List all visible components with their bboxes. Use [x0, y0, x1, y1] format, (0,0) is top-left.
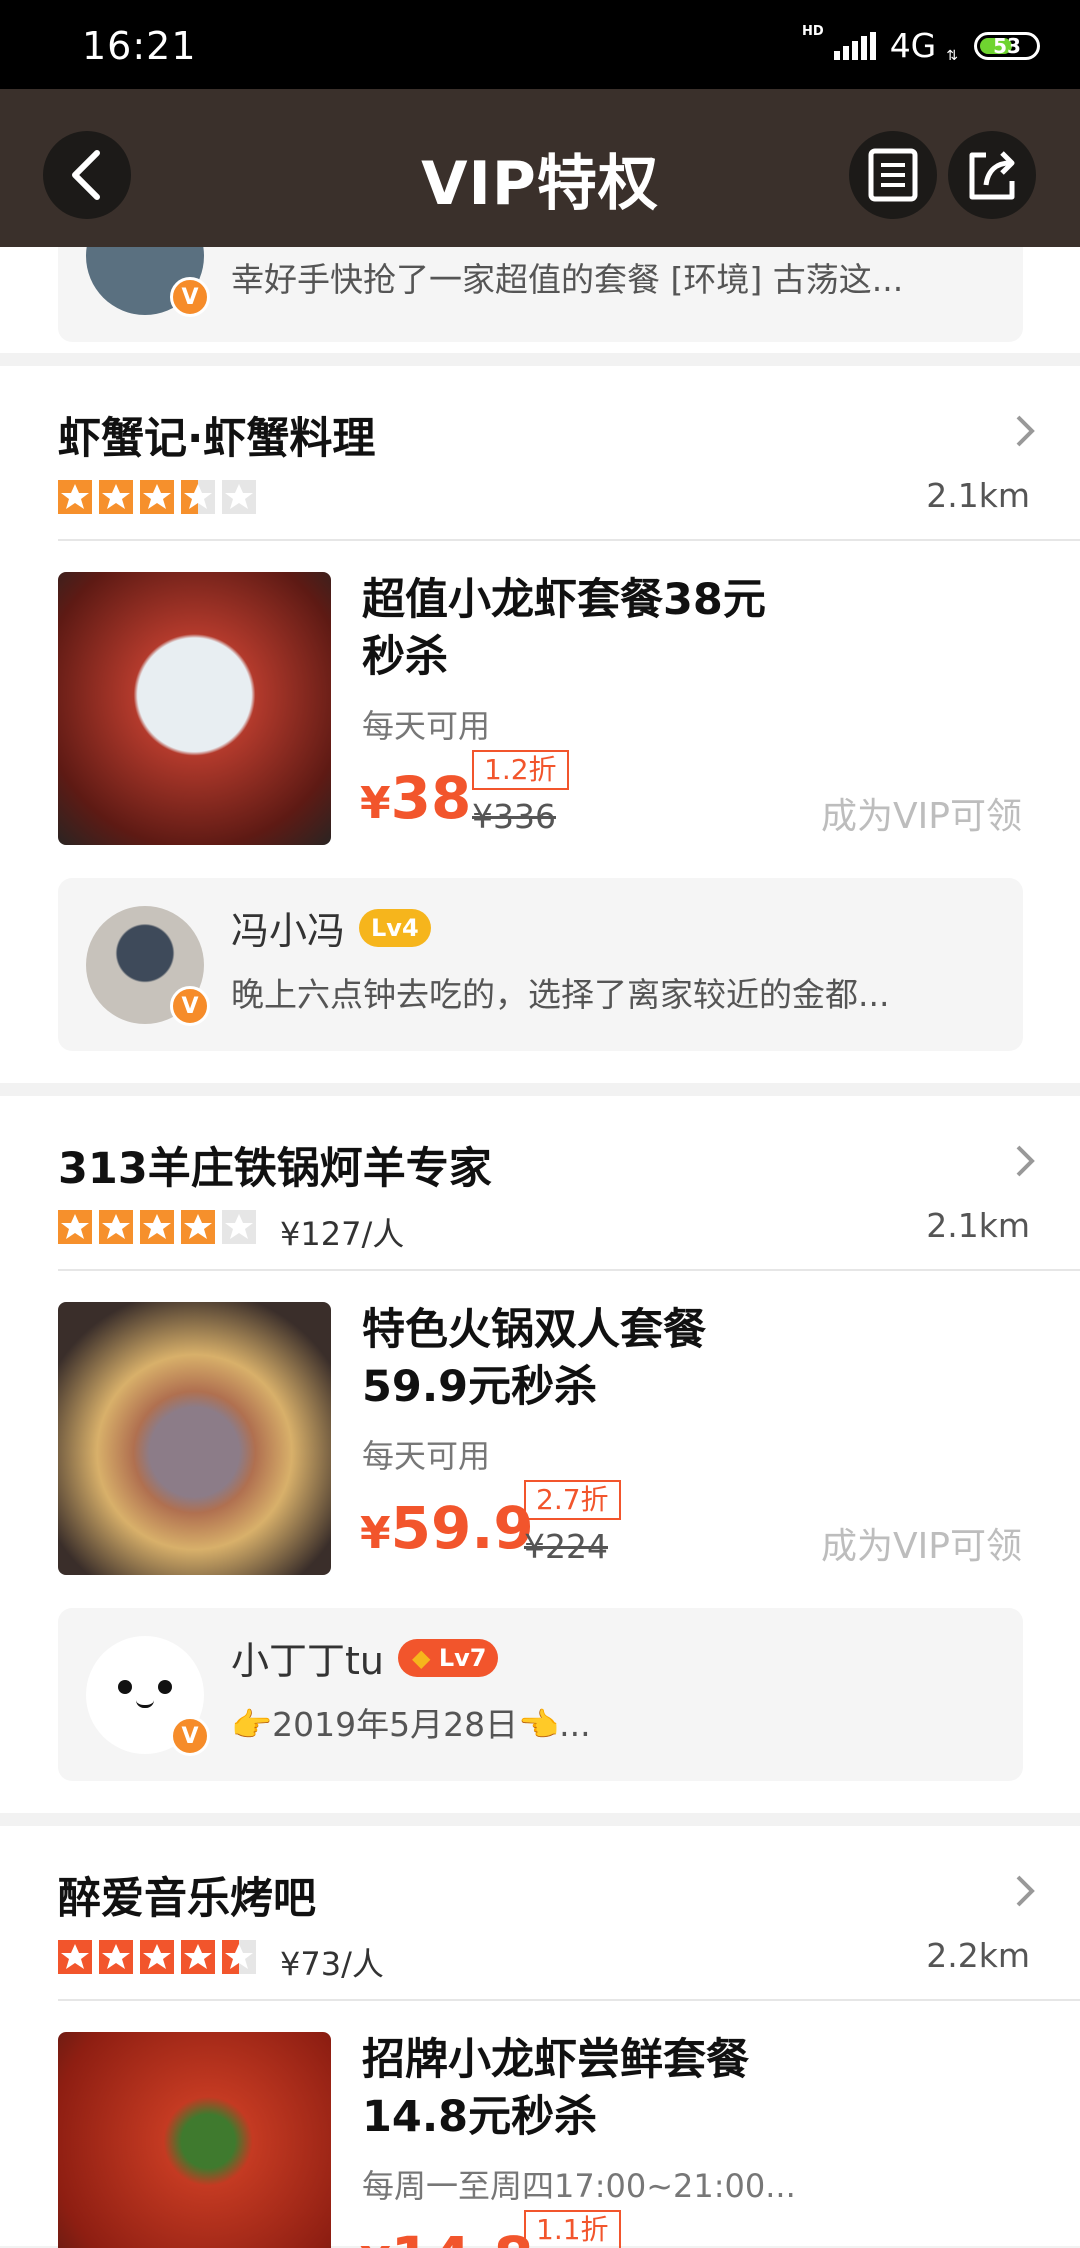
review-text: 幸好手快抢了一家超值的套餐 [环境] 古荡这... [231, 260, 904, 299]
share-button[interactable] [948, 131, 1036, 219]
original-price: ¥336 [472, 797, 556, 836]
shop-name: 313羊庄铁锅炣羊专家 [58, 1144, 492, 1194]
v-badge-icon: V [170, 1716, 210, 1756]
review-box[interactable]: V 幸好手快抢了一家超值的套餐 [环境] 古荡这... [58, 247, 1023, 342]
reviewer-name: 冯小冯 Lv4 [231, 900, 431, 955]
star-rating [58, 480, 256, 514]
star-icon [58, 1210, 92, 1244]
shop-card-partial: V 幸好手快抢了一家超值的套餐 [环境] 古荡这... [0, 247, 1080, 353]
chevron-right-icon [1016, 415, 1035, 447]
v-badge-icon: V [170, 277, 210, 317]
nav-bar: VIP特权 [0, 89, 1080, 247]
deal-usage: 每周一至周四17:00~21:00... [362, 2167, 796, 2205]
star-icon [140, 1210, 174, 1244]
deal-image[interactable] [58, 572, 331, 845]
avatar: V [86, 1636, 210, 1756]
distance: 2.1km [926, 1206, 1030, 1245]
vip-claim-button[interactable]: 成为VIP可领 [821, 1517, 1022, 1569]
avatar: V [86, 247, 210, 317]
star-empty-icon [222, 1210, 256, 1244]
discount-badge: 2.7折 [524, 1480, 621, 1520]
chevron-right-icon [1016, 1875, 1035, 1907]
review-text: 晚上六点钟去吃的，选择了离家较近的金都... [231, 975, 890, 1014]
chevron-right-icon [1016, 1145, 1035, 1177]
star-rating [58, 1210, 256, 1244]
shop-name: 虾蟹记·虾蟹料理 [58, 414, 376, 464]
divider [58, 1999, 1080, 2001]
per-person-price: ¥127/人 [280, 1215, 405, 1253]
network-type: 4G [889, 26, 937, 65]
list-button[interactable] [849, 131, 937, 219]
star-icon [181, 1210, 215, 1244]
star-icon [58, 1940, 92, 1974]
divider [58, 1269, 1080, 1271]
star-icon [181, 1940, 215, 1974]
diamond-icon: ◆ [411, 1643, 431, 1672]
distance: 2.1km [926, 476, 1030, 515]
level-badge: ◆ Lv7 [397, 1638, 499, 1677]
distance: 2.2km [926, 1936, 1030, 1975]
deal-usage: 每天可用 [362, 707, 491, 745]
signal-icon [833, 31, 876, 60]
star-icon [99, 480, 133, 514]
deal-price: ¥38 [360, 764, 472, 832]
original-price: ¥224 [524, 1527, 608, 1566]
star-icon [140, 1940, 174, 1974]
share-icon [969, 151, 1015, 200]
review-text: 👉2019年5月28日👈... [231, 1705, 591, 1744]
star-half-icon [181, 480, 215, 514]
data-arrows-icon: ⇅ [946, 47, 958, 64]
review-box[interactable]: V 冯小冯 Lv4 晚上六点钟去吃的，选择了离家较近的金都... [58, 878, 1023, 1051]
deal-price: ¥59.9 [360, 1494, 534, 1562]
star-icon [140, 480, 174, 514]
star-rating [58, 1940, 256, 1974]
star-half-icon [222, 1940, 256, 1974]
status-time: 16:21 [82, 24, 197, 68]
star-icon [99, 1210, 133, 1244]
avatar: V [86, 906, 210, 1026]
deal-title[interactable]: 招牌小龙虾尝鲜套餐14.8元秒杀 [362, 2032, 802, 2146]
status-indicators: HD 4G ⇅ 53 [802, 24, 1040, 65]
per-person-price: ¥73/人 [280, 1945, 384, 1983]
discount-badge: 1.2折 [472, 750, 569, 790]
shop-card[interactable]: 虾蟹记·虾蟹料理 2.1km 超值小龙虾套餐38元秒杀 每天可用 ¥38 1.2… [0, 366, 1080, 1083]
level-badge: Lv4 [359, 908, 431, 947]
deal-usage: 每天可用 [362, 1437, 491, 1475]
reviewer-name: 小丁丁tu ◆ Lv7 [231, 1630, 499, 1685]
app-root: { "status_bar": { "time": "16:21", "netw… [0, 0, 1080, 2248]
star-empty-icon [222, 480, 256, 514]
review-box[interactable]: V 小丁丁tu ◆ Lv7 👉2019年5月28日👈... [58, 1608, 1023, 1781]
deal-image[interactable] [58, 1302, 331, 1575]
deal-price: ¥14.8 [360, 2224, 534, 2248]
shop-name: 醉爱音乐烤吧 [58, 1874, 316, 1924]
deal-image[interactable] [58, 2032, 331, 2248]
status-bar: 16:21 HD 4G ⇅ 53 [0, 0, 1080, 89]
hd-indicator: HD [802, 24, 824, 39]
deal-title[interactable]: 特色火锅双人套餐59.9元秒杀 [362, 1302, 782, 1416]
star-icon [58, 480, 92, 514]
shop-card[interactable]: 313羊庄铁锅炣羊专家 ¥127/人 2.1km 特色火锅双人套餐59.9元秒杀… [0, 1096, 1080, 1813]
content-scroll[interactable]: V 幸好手快抢了一家超值的套餐 [环境] 古荡这... 虾蟹记·虾蟹料理 2.1… [0, 247, 1080, 2248]
divider [58, 539, 1080, 541]
star-icon [99, 1940, 133, 1974]
battery-level: 53 [993, 33, 1021, 58]
list-icon [868, 148, 918, 202]
discount-badge: 1.1折 [524, 2210, 621, 2248]
shop-card[interactable]: 醉爱音乐烤吧 ¥73/人 2.2km 招牌小龙虾尝鲜套餐14.8元秒杀 每周一至… [0, 1826, 1080, 2248]
vip-claim-button[interactable]: 成为VIP可领 [821, 787, 1022, 839]
v-badge-icon: V [170, 986, 210, 1026]
battery-icon: 53 [974, 31, 1040, 60]
deal-title[interactable]: 超值小龙虾套餐38元秒杀 [362, 572, 782, 686]
